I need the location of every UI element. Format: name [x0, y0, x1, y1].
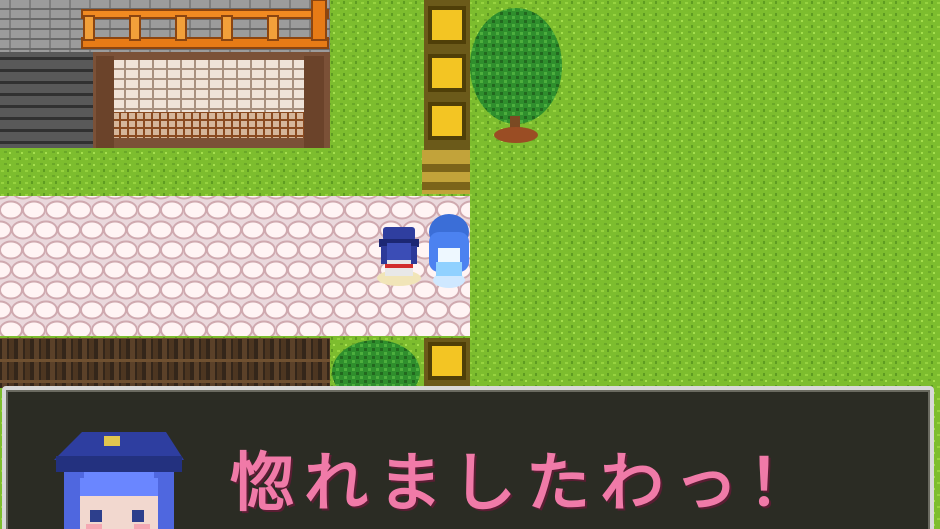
- wooden-fence: [0, 338, 330, 388]
- companion-character[interactable]: [429, 214, 469, 288]
- dialog-text: 惚れましたわっ！: [230, 447, 822, 521]
- game-screen[interactable]: 惚れましたわっ！: [0, 0, 940, 529]
- building: [0, 0, 330, 148]
- police-girl-character[interactable]: [377, 227, 421, 286]
- speaker-portrait: [46, 432, 192, 529]
- dialog-box[interactable]: 惚れましたわっ！: [2, 386, 934, 529]
